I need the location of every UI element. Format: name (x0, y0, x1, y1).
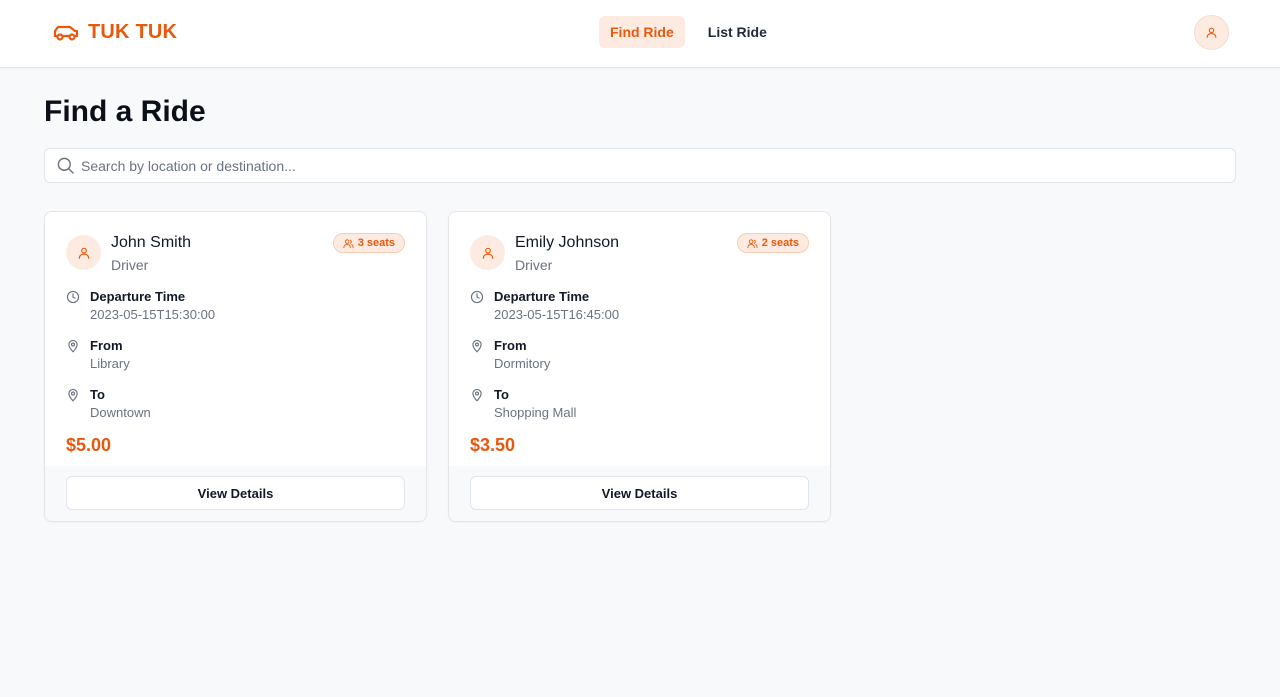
departure-detail: Departure Time 2023-05-15T16:45:00 (470, 288, 809, 323)
search-bar[interactable] (44, 148, 1236, 183)
seats-badge: 3 seats (332, 233, 405, 253)
ride-price: $5.00 (66, 435, 112, 455)
main-content: Find a Ride John Smith (44, 68, 1236, 522)
seats-count: 2 seats (761, 237, 799, 249)
brand-logo[interactable]: TUK TUK (52, 20, 177, 44)
to-detail: To Downtown (66, 386, 405, 421)
main-nav: Find Ride List Ride (599, 16, 778, 48)
driver-role: Driver (111, 257, 149, 273)
page-title: Find a Ride (44, 95, 206, 128)
driver-role: Driver (515, 257, 553, 273)
user-icon (1206, 27, 1217, 38)
profile-button[interactable] (1194, 15, 1229, 50)
from-label: From (494, 338, 527, 353)
seats-count: 3 seats (357, 237, 395, 249)
driver-row: John Smith Driver 3 seats (66, 233, 405, 274)
departure-label: Departure Time (494, 289, 590, 304)
ride-price: $3.50 (470, 435, 516, 455)
avatar (470, 235, 505, 270)
map-pin-icon (472, 339, 482, 353)
user-icon (482, 247, 493, 259)
from-detail: From Library (66, 337, 405, 372)
ride-list: John Smith Driver 3 seats Departure Time… (44, 211, 1236, 522)
driver-name: John Smith (111, 234, 192, 251)
ride-card: John Smith Driver 3 seats Departure Time… (44, 211, 427, 522)
view-details-button[interactable]: View Details (470, 476, 809, 510)
clock-icon (66, 290, 80, 304)
search-input[interactable] (81, 157, 1181, 174)
to-detail: To Shopping Mall (470, 386, 809, 421)
from-label: From (90, 338, 123, 353)
to-value: Shopping Mall (494, 405, 577, 420)
card-footer: View Details (45, 466, 426, 521)
to-label: To (494, 387, 509, 402)
from-value: Dormitory (494, 356, 551, 371)
car-icon (53, 25, 79, 41)
to-label: To (90, 387, 105, 402)
view-details-button[interactable]: View Details (66, 476, 405, 510)
map-pin-icon (472, 388, 482, 402)
brand-name: TUK TUK (88, 20, 178, 43)
nav-find-ride[interactable]: Find Ride (599, 16, 685, 48)
users-icon (747, 238, 758, 248)
clock-icon (470, 290, 484, 304)
search-icon (57, 157, 74, 174)
users-icon (343, 238, 354, 248)
ride-card: Emily Johnson Driver 2 seats Departure T… (448, 211, 831, 522)
card-footer: View Details (449, 466, 830, 521)
top-navbar: TUK TUK Find Ride List Ride (0, 0, 1280, 68)
map-pin-icon (68, 388, 78, 402)
from-value: Library (90, 356, 130, 371)
driver-name: Emily Johnson (515, 234, 620, 251)
departure-value: 2023-05-15T16:45:00 (494, 307, 620, 322)
departure-label: Departure Time (90, 289, 186, 304)
seats-badge: 2 seats (736, 233, 809, 253)
nav-list-ride[interactable]: List Ride (697, 16, 778, 48)
avatar (66, 235, 101, 270)
driver-row: Emily Johnson Driver 2 seats (470, 233, 809, 274)
user-icon (78, 247, 89, 259)
departure-detail: Departure Time 2023-05-15T15:30:00 (66, 288, 405, 323)
departure-value: 2023-05-15T15:30:00 (90, 307, 216, 322)
map-pin-icon (68, 339, 78, 353)
from-detail: From Dormitory (470, 337, 809, 372)
to-value: Downtown (90, 405, 151, 420)
